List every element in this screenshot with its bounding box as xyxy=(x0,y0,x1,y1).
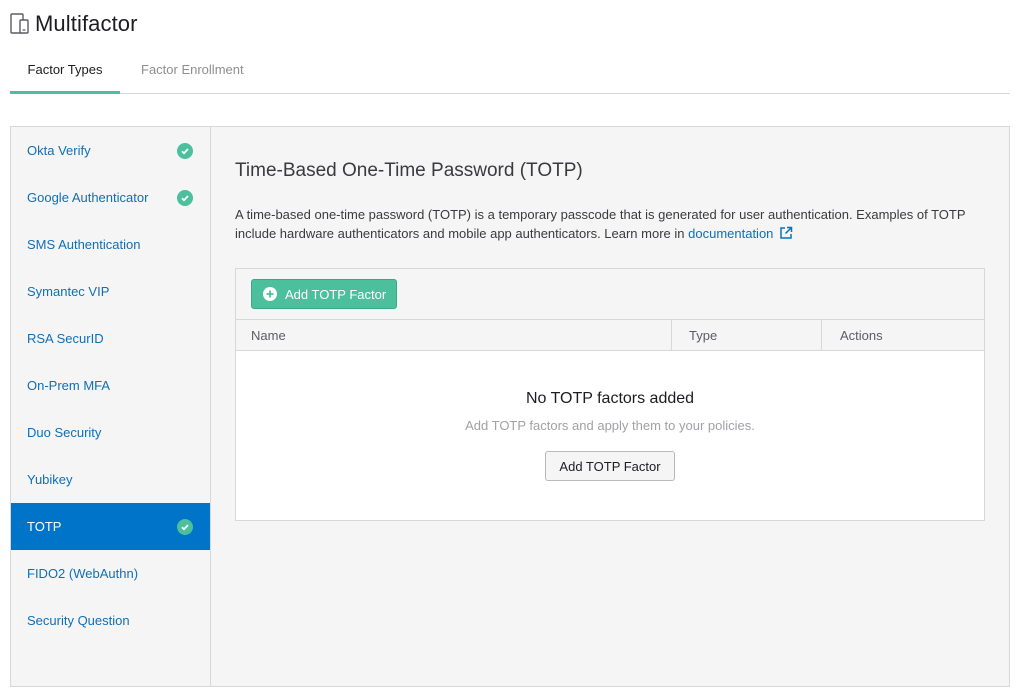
sidebar-item-yubikey[interactable]: Yubikey xyxy=(11,456,210,503)
sidebar-item-label: On-Prem MFA xyxy=(27,378,111,393)
check-circle-icon xyxy=(177,142,193,159)
sidebar-item-duo-security[interactable]: Duo Security xyxy=(11,409,210,456)
sidebar-item-label: TOTP xyxy=(27,519,62,534)
column-type[interactable]: Type xyxy=(672,320,822,350)
sidebar-item-rsa-securid[interactable]: RSA SecurID xyxy=(11,315,210,362)
page-header: Multifactor xyxy=(10,10,138,38)
sidebar-item-label: SMS Authentication xyxy=(27,237,141,252)
tab-bar: Factor Types Factor Enrollment xyxy=(10,46,1010,94)
empty-add-totp-factor-button[interactable]: Add TOTP Factor xyxy=(545,451,675,481)
description-text: A time-based one-time password (TOTP) is… xyxy=(235,207,966,241)
sidebar-item-label: Duo Security xyxy=(27,425,102,440)
empty-state: No TOTP factors added Add TOTP factors a… xyxy=(236,351,984,481)
empty-state-subtitle: Add TOTP factors and apply them to your … xyxy=(465,418,755,433)
sidebar-item-label: FIDO2 (WebAuthn) xyxy=(27,566,139,581)
table-header: Name Type Actions xyxy=(236,320,984,351)
documentation-link[interactable]: documentation xyxy=(688,226,773,241)
sidebar-item-google-authenticator[interactable]: Google Authenticator xyxy=(11,174,210,221)
add-totp-factor-label: Add TOTP Factor xyxy=(285,286,387,302)
factor-sidebar: Okta Verify Google Authenticator SMS Authe… xyxy=(11,127,211,686)
sidebar-item-label: Security Question xyxy=(27,613,130,628)
factor-panel: Okta Verify Google Authenticator SMS Authe… xyxy=(10,126,1010,687)
sidebar-item-totp[interactable]: TOTP xyxy=(11,503,210,550)
check-circle-icon xyxy=(177,518,193,535)
sidebar-item-label: Symantec VIP xyxy=(27,284,110,299)
device-icon xyxy=(10,12,30,36)
external-link-icon[interactable] xyxy=(779,226,793,245)
factor-content: Time-Based One-Time Password (TOTP) A ti… xyxy=(211,127,1009,686)
sidebar-item-label: RSA SecurID xyxy=(27,331,104,346)
sidebar-item-security-question[interactable]: Security Question xyxy=(11,597,210,644)
add-totp-factor-button[interactable]: Add TOTP Factor xyxy=(251,279,398,309)
sidebar-item-label: Okta Verify xyxy=(27,143,91,158)
sidebar-item-label: Google Authenticator xyxy=(27,190,149,205)
sidebar-item-sms-authentication[interactable]: SMS Authentication xyxy=(11,221,210,268)
sidebar-item-fido2-webauthn[interactable]: FIDO2 (WebAuthn) xyxy=(11,550,210,597)
column-name[interactable]: Name xyxy=(236,320,672,350)
factor-table-card: Add TOTP Factor Name Type Actions No TOT… xyxy=(235,268,985,521)
plus-circle-icon xyxy=(263,287,277,301)
table-toolbar: Add TOTP Factor xyxy=(236,269,984,320)
sidebar-item-okta-verify[interactable]: Okta Verify xyxy=(11,127,210,174)
page-title: Multifactor xyxy=(35,11,138,36)
empty-state-title: No TOTP factors added xyxy=(525,390,695,407)
tab-factor-enrollment[interactable]: Factor Enrollment xyxy=(126,46,259,93)
factor-title: Time-Based One-Time Password (TOTP) xyxy=(235,160,583,181)
column-actions: Actions xyxy=(840,327,883,343)
tab-factor-types[interactable]: Factor Types xyxy=(10,46,120,94)
sidebar-item-symantec-vip[interactable]: Symantec VIP xyxy=(11,268,210,315)
sidebar-item-on-prem-mfa[interactable]: On-Prem MFA xyxy=(11,362,210,409)
check-circle-icon xyxy=(177,189,193,206)
sidebar-item-label: Yubikey xyxy=(27,472,73,487)
factor-description: A time-based one-time password (TOTP) is… xyxy=(235,205,975,245)
